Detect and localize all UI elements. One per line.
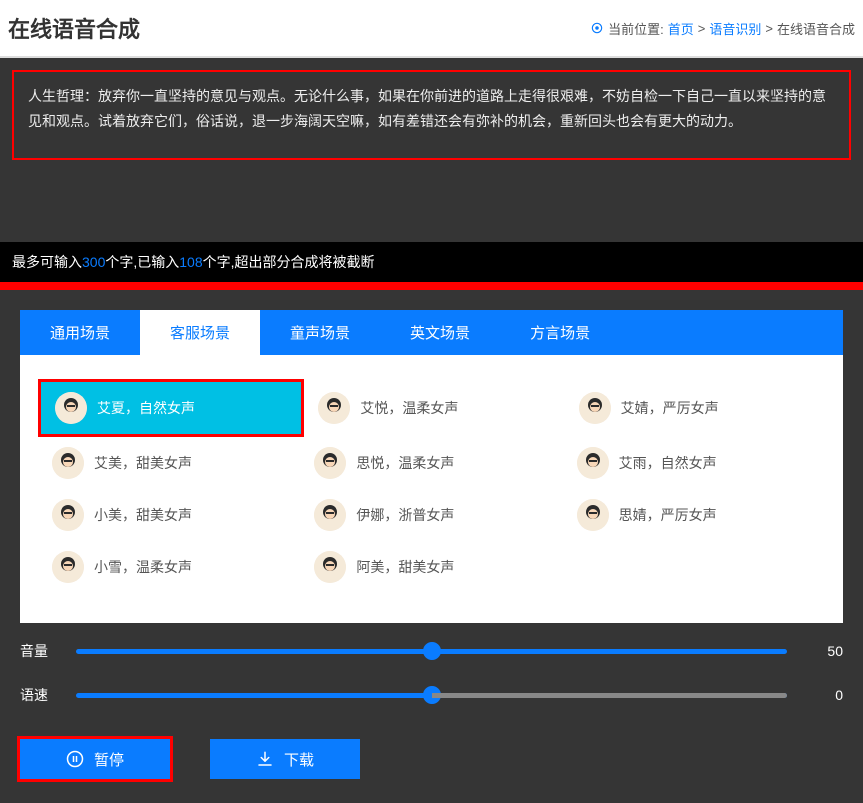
breadcrumb: 当前位置: 首页 > 语音识别 > 在线语音合成 [590,19,855,38]
speed-value: 0 [803,687,843,703]
breadcrumb-sep: > [698,21,706,36]
page-title: 在线语音合成 [8,12,140,44]
voice-option-aiyu[interactable]: 艾雨，自然女声 [563,437,825,489]
avatar-icon [314,551,346,583]
avatar-icon [314,499,346,531]
volume-value: 50 [803,643,843,659]
avatar-icon [318,392,350,424]
synthesis-text-input[interactable]: 人生哲理：放弃你一直坚持的意见与观点。无论什么事，如果在你前进的道路上走得很艰难… [12,70,851,160]
volume-label: 音量 [20,641,60,661]
scene-tabs: 通用场景 客服场景 童声场景 英文场景 方言场景 [20,310,843,355]
avatar-icon [577,499,609,531]
download-button[interactable]: 下载 [210,739,360,779]
voice-option-xiaomei[interactable]: 小美，甜美女声 [38,489,300,541]
speed-thumb[interactable] [423,686,441,704]
voice-option-aijing[interactable]: 艾婧，严厉女声 [565,379,825,437]
breadcrumb-speech[interactable]: 语音识别 [709,19,761,38]
voice-option-aimei[interactable]: 艾美，甜美女声 [38,437,300,489]
voice-label: 艾夏，自然女声 [97,398,195,418]
download-icon [256,750,274,768]
avatar-icon [52,499,84,531]
location-icon [590,21,604,35]
voice-label: 思悦，温柔女声 [356,453,454,473]
voice-option-amei[interactable]: 阿美，甜美女声 [300,541,562,593]
voice-label: 艾雨，自然女声 [619,453,717,473]
pause-label: 暂停 [94,749,124,770]
avatar-icon [52,551,84,583]
voice-selection-panel: 艾夏，自然女声 艾悦，温柔女声 艾婧，严厉女声 艾美，甜美女声 思悦，温柔女声 [20,355,843,623]
voice-label: 艾美，甜美女声 [94,453,192,473]
volume-thumb[interactable] [423,642,441,660]
avatar-icon [314,447,346,479]
voice-label: 思婧，严厉女声 [619,505,717,525]
voice-option-sijing[interactable]: 思婧，严厉女声 [563,489,825,541]
volume-slider[interactable] [76,649,787,654]
speed-label: 语速 [20,685,60,705]
download-label: 下载 [284,749,314,770]
voice-label: 小雪，温柔女声 [94,557,192,577]
breadcrumb-home[interactable]: 首页 [668,19,694,38]
voice-label: 艾悦，温柔女声 [360,398,458,418]
tab-dialect[interactable]: 方言场景 [500,310,620,355]
voice-label: 小美，甜美女声 [94,505,192,525]
voice-label: 阿美，甜美女声 [356,557,454,577]
speed-slider[interactable] [76,693,787,698]
avatar-icon [577,447,609,479]
tab-english[interactable]: 英文场景 [380,310,500,355]
voice-label: 艾婧，严厉女声 [621,398,719,418]
breadcrumb-current: 在线语音合成 [777,19,855,38]
avatar-icon [579,392,611,424]
avatar-icon [52,447,84,479]
char-count-status: 最多可输入300个字,已输入108个字,超出部分合成将被截断 [0,242,863,282]
voice-option-aiyue[interactable]: 艾悦，温柔女声 [304,379,564,437]
voice-option-aixia[interactable]: 艾夏，自然女声 [38,379,304,437]
voice-option-yina[interactable]: 伊娜，浙普女声 [300,489,562,541]
tab-general[interactable]: 通用场景 [20,310,140,355]
voice-label: 伊娜，浙普女声 [356,505,454,525]
pause-button[interactable]: 暂停 [20,739,170,779]
pause-icon [66,750,84,768]
breadcrumb-label: 当前位置: [608,19,664,38]
voice-option-siyue[interactable]: 思悦，温柔女声 [300,437,562,489]
avatar-icon [55,392,87,424]
tab-service[interactable]: 客服场景 [140,310,260,355]
breadcrumb-sep: > [765,21,773,36]
tab-child[interactable]: 童声场景 [260,310,380,355]
voice-option-xiaoxue[interactable]: 小雪，温柔女声 [38,541,300,593]
